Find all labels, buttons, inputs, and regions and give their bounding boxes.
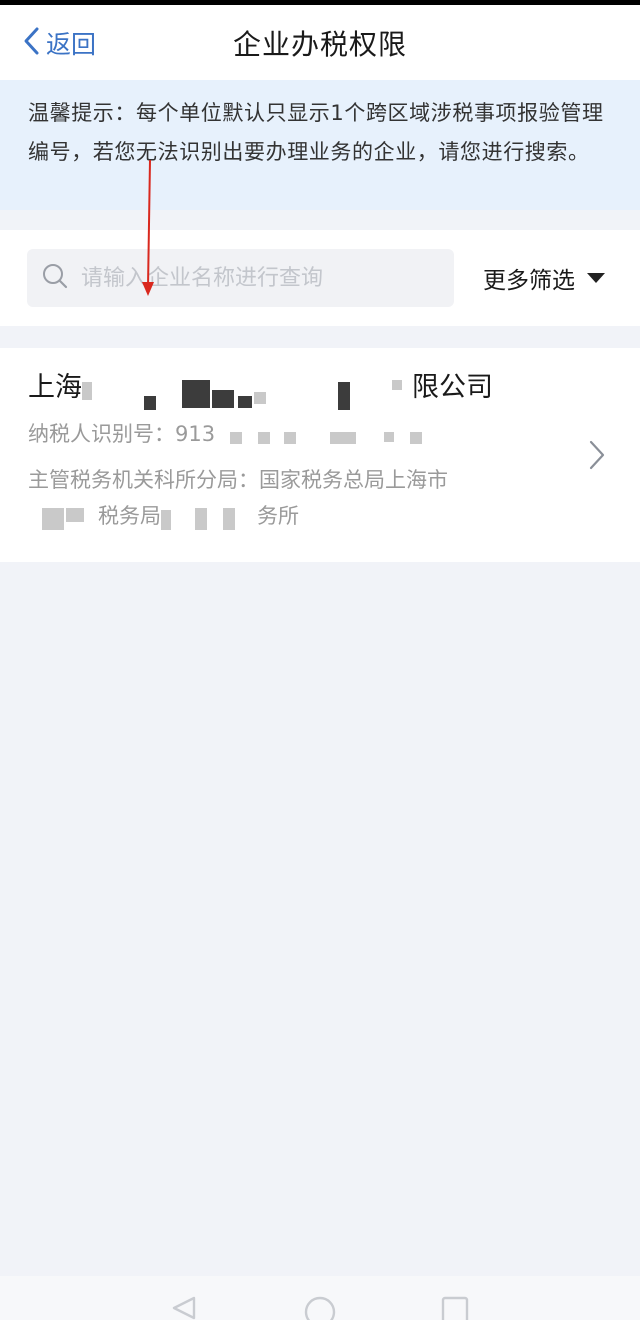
search-box[interactable] <box>27 249 454 307</box>
tax-office-visible: 国家税务总局上海市 <box>259 468 448 492</box>
annotation-arrow-icon <box>142 160 154 296</box>
tax-office-label: 主管税务机关科所分局： <box>28 468 259 492</box>
triangle-back-icon[interactable] <box>168 1276 198 1320</box>
redacted-mosaic <box>28 504 98 530</box>
notice-banner: 温馨提示：每个单位默认只显示1个跨区域涉税事项报验管理编号，若您无法识别出要办理… <box>0 80 640 210</box>
page-title: 企业办税权限 <box>232 28 407 61</box>
tax-office-line-2: 税务局 务所 <box>28 500 299 530</box>
tax-office-line-1: 主管税务机关科所分局：国家税务总局上海市 <box>28 464 448 494</box>
redacted-mosaic <box>222 424 442 446</box>
company-list-item[interactable]: 上海 限公司 纳税人识别号：913 主管税务机关科所分局：国家税务总局上海市 税… <box>0 348 640 562</box>
company-name: 上海 限公司 <box>28 365 493 410</box>
tax-office-part-b: 务所 <box>257 504 299 528</box>
caret-down-icon <box>587 273 605 283</box>
system-nav-bar <box>0 1276 640 1320</box>
more-filter-button[interactable]: 更多筛选 <box>483 256 605 300</box>
search-input[interactable] <box>81 265 441 291</box>
search-icon <box>41 262 69 294</box>
square-recent-icon[interactable] <box>440 1276 470 1320</box>
circle-home-icon[interactable] <box>302 1276 338 1320</box>
company-name-suffix: 限公司 <box>412 372 493 403</box>
redacted-mosaic <box>82 374 412 410</box>
filter-label: 更多筛选 <box>483 268 575 294</box>
redacted-mosaic <box>161 504 257 530</box>
search-section: 更多筛选 <box>0 230 640 326</box>
tax-id-label: 纳税人识别号： <box>28 422 175 446</box>
tax-id-visible: 913 <box>175 422 216 446</box>
tax-id-line: 纳税人识别号：913 <box>28 418 442 448</box>
company-name-prefix: 上海 <box>28 372 82 403</box>
tax-office-part-a: 税务局 <box>98 504 161 528</box>
nav-bar: 返回 企业办税权限 <box>0 5 640 80</box>
screen: 返回 企业办税权限 温馨提示：每个单位默认只显示1个跨区域涉税事项报验管理编号，… <box>0 0 640 1320</box>
notice-text: 温馨提示：每个单位默认只显示1个跨区域涉税事项报验管理编号，若您无法识别出要办理… <box>28 101 604 164</box>
chevron-right-icon <box>586 438 608 472</box>
